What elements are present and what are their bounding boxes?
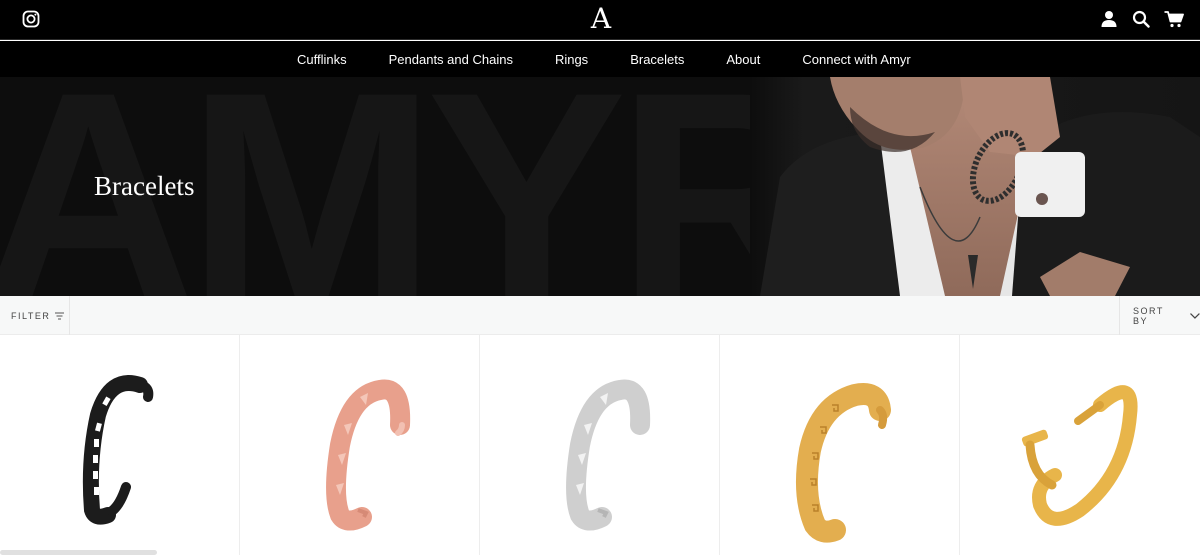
product-card-gold-nail-bracelet[interactable]	[960, 335, 1200, 555]
rose-gold-studded-cuff-image	[326, 379, 411, 531]
black-cuff-bracelet-image	[82, 375, 154, 525]
sort-by-button[interactable]: SORT BY	[1119, 296, 1200, 335]
horizontal-scrollbar[interactable]	[0, 550, 157, 555]
product-card-black-cuff[interactable]	[0, 335, 240, 555]
product-card-rose-gold-cuff[interactable]	[240, 335, 480, 555]
nav-item-rings[interactable]: Rings	[555, 52, 588, 67]
instagram-icon[interactable]	[22, 10, 40, 28]
filter-icon	[55, 312, 65, 319]
hero-model-image	[750, 77, 1200, 296]
filter-label: FILTER	[11, 310, 51, 321]
page-title: Bracelets	[94, 171, 195, 201]
cart-icon[interactable]	[1164, 10, 1184, 28]
filter-button[interactable]: FILTER	[0, 296, 70, 335]
gold-nail-bracelet-image	[1021, 385, 1138, 526]
main-navigation: Cufflinks Pendants and Chains Rings Brac…	[0, 41, 1200, 77]
silver-studded-cuff-image	[566, 379, 651, 531]
account-icon[interactable]	[1100, 10, 1118, 28]
hero-banner: AMYR Bracelets	[0, 77, 1200, 296]
sort-label: SORT BY	[1133, 305, 1164, 326]
brand-logo[interactable]: A	[588, 4, 614, 34]
nav-item-about[interactable]: About	[726, 52, 760, 67]
search-icon[interactable]	[1132, 10, 1150, 28]
top-bar: A	[0, 0, 1200, 40]
nav-item-connect[interactable]: Connect with Amyr	[802, 52, 910, 67]
gold-greek-key-cuff-image	[796, 383, 891, 543]
collection-toolbar: FILTER SORT BY	[0, 296, 1200, 335]
chevron-down-icon	[1190, 312, 1200, 319]
product-grid	[0, 335, 1200, 555]
nav-item-bracelets[interactable]: Bracelets	[630, 52, 684, 67]
nav-item-cufflinks[interactable]: Cufflinks	[297, 52, 347, 67]
product-card-gold-greek-cuff[interactable]	[720, 335, 960, 555]
product-card-silver-cuff[interactable]	[480, 335, 720, 555]
nav-item-pendants-and-chains[interactable]: Pendants and Chains	[389, 52, 513, 67]
